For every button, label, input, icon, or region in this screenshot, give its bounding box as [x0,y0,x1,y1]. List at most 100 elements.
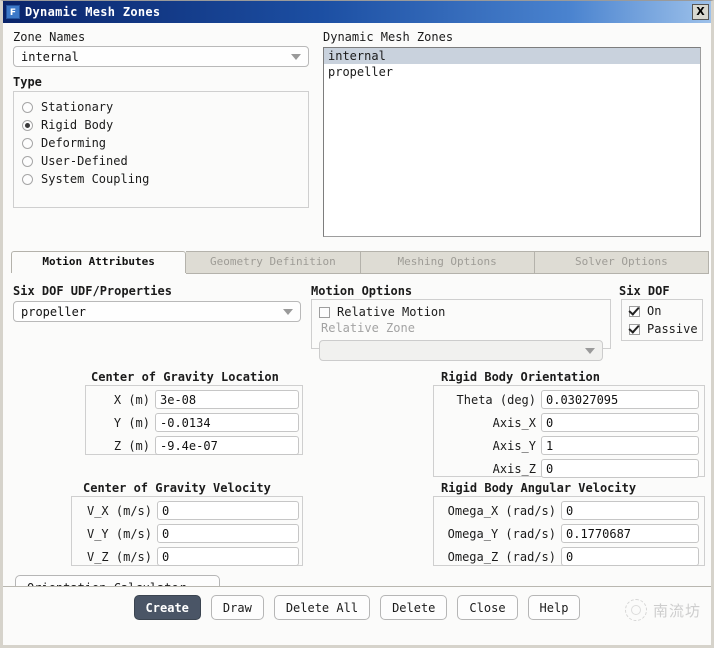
axis-y-input[interactable] [541,436,699,455]
field-row: Omega_X (rad/s) [438,500,700,521]
six-dof-udf-dropdown[interactable]: propeller [13,301,301,322]
chevron-down-icon [585,347,595,354]
orientation-label: Rigid Body Orientation [441,370,600,384]
six-dof-passive-checkbox[interactable]: Passive [629,320,702,338]
zone-names-value: internal [21,49,79,64]
relative-motion-checkbox[interactable]: Relative Motion [319,303,610,321]
field-row: Z (m) [90,435,299,456]
omega-z-label: Omega_Z (rad/s) [447,549,556,564]
watermark-text: 南流坊 [652,601,701,620]
field-row: Y (m) [90,412,299,433]
zones-list-label: Dynamic Mesh Zones [323,30,454,44]
six-dof-passive-label: Passive [647,322,698,336]
draw-button[interactable]: Draw [210,595,264,620]
field-row: Omega_Z (rad/s) [438,546,700,567]
radio-stationary[interactable]: Stationary [22,98,308,116]
field-row: V_Z (m/s) [76,546,299,567]
title-bar: F Dynamic Mesh Zones X [3,1,711,23]
radio-icon [22,173,33,185]
six-dof-on-label: On [647,304,662,318]
close-button[interactable]: Close [457,595,518,620]
create-button[interactable]: Create [133,595,201,620]
radio-icon [22,101,33,113]
radio-label: User-Defined [41,154,128,168]
motion-options-panel: Relative Motion Relative Zone [311,299,611,361]
angular-velocity-label: Rigid Body Angular Velocity [441,481,637,495]
cg-z-input[interactable] [155,436,299,455]
cg-velocity-label: Center of Gravity Velocity [83,481,271,495]
close-icon[interactable]: X [692,4,709,20]
theta-label: Theta (deg) [456,392,536,407]
radio-icon [22,155,33,167]
vz-input[interactable] [157,547,299,566]
zone-names-dropdown[interactable]: internal [13,46,309,67]
axis-x-label: Axis_X [492,415,536,430]
tab-geometry-definition[interactable]: Geometry Definition [186,251,361,273]
field-row: Theta (deg) [438,389,700,410]
radio-user-defined[interactable]: User-Defined [22,152,308,170]
vy-input[interactable] [157,524,299,543]
tab-meshing-options[interactable]: Meshing Options [360,251,535,273]
relative-zone-label: Relative Zone [321,321,415,335]
cg-y-input[interactable] [155,413,299,432]
fluent-f-icon: F [6,5,20,19]
radio-icon [22,137,33,149]
theta-input[interactable] [541,390,699,409]
omega-z-input[interactable] [561,547,699,566]
radio-label: Deforming [41,136,107,150]
delete-all-button[interactable]: Delete All [273,595,371,620]
axis-z-input[interactable] [541,459,699,478]
checkbox-icon [319,306,330,318]
field-row: V_X (m/s) [76,500,299,521]
field-row: Axis_Y [438,435,700,456]
six-dof-panel: On Passive [621,299,703,341]
six-dof-udf-label: Six DOF UDF/Properties [13,284,172,298]
cg-x-input[interactable] [155,390,299,409]
cg-y-label: Y (m) [113,415,150,430]
relative-zone-dropdown [319,340,603,361]
dialog-body: Zone Names internal Type Stationary Rigi… [3,23,711,645]
field-row: Axis_Z [438,458,700,479]
list-item[interactable]: propeller [324,64,700,80]
cg-z-label: Z (m) [113,438,150,453]
omega-y-label: Omega_Y (rad/s) [447,526,556,541]
vz-label: V_Z (m/s) [86,549,152,564]
radio-label: System Coupling [41,172,150,186]
field-row: Omega_Y (rad/s) [438,523,700,544]
field-row: Axis_X [438,412,700,433]
checkbox-icon-checked [629,305,640,317]
type-radio-group: Stationary Rigid Body Deforming User-Def… [13,91,309,208]
radio-system-coupling[interactable]: System Coupling [22,170,308,188]
delete-button[interactable]: Delete [380,595,448,620]
vx-input[interactable] [157,501,299,520]
chevron-down-icon [291,53,301,60]
field-row: X (m) [90,389,299,410]
axis-z-label: Axis_Z [492,461,536,476]
dialog-button-bar: Create Draw Delete All Delete Close Help… [3,586,711,645]
radio-label: Rigid Body [41,118,114,132]
cg-location-panel: X (m) Y (m) Z (m) [85,385,303,455]
axis-x-input[interactable] [541,413,699,432]
relative-motion-label: Relative Motion [337,305,446,319]
radio-deforming[interactable]: Deforming [22,134,308,152]
cg-x-label: X (m) [113,392,150,407]
dynamic-mesh-zones-dialog: F Dynamic Mesh Zones X Zone Names intern… [0,0,714,648]
angular-velocity-panel: Omega_X (rad/s) Omega_Y (rad/s) Omega_Z … [433,496,705,566]
tab-motion-attributes[interactable]: Motion Attributes [11,251,187,273]
radio-icon-selected [22,119,33,131]
radio-rigid-body[interactable]: Rigid Body [22,116,308,134]
zones-listbox[interactable]: internal propeller [323,47,701,237]
six-dof-on-checkbox[interactable]: On [629,302,702,320]
vx-label: V_X (m/s) [86,503,152,518]
omega-x-input[interactable] [561,501,699,520]
checkbox-icon-checked [629,323,640,335]
help-button[interactable]: Help [527,595,581,620]
list-item[interactable]: internal [324,48,700,64]
type-label: Type [13,75,42,89]
omega-y-input[interactable] [561,524,699,543]
field-row: V_Y (m/s) [76,523,299,544]
tab-solver-options[interactable]: Solver Options [534,251,709,273]
axis-y-label: Axis_Y [492,438,536,453]
tab-strip: Motion Attributes Geometry Definition Me… [11,251,709,274]
orientation-panel: Theta (deg) Axis_X Axis_Y Axis_Z [433,385,705,479]
